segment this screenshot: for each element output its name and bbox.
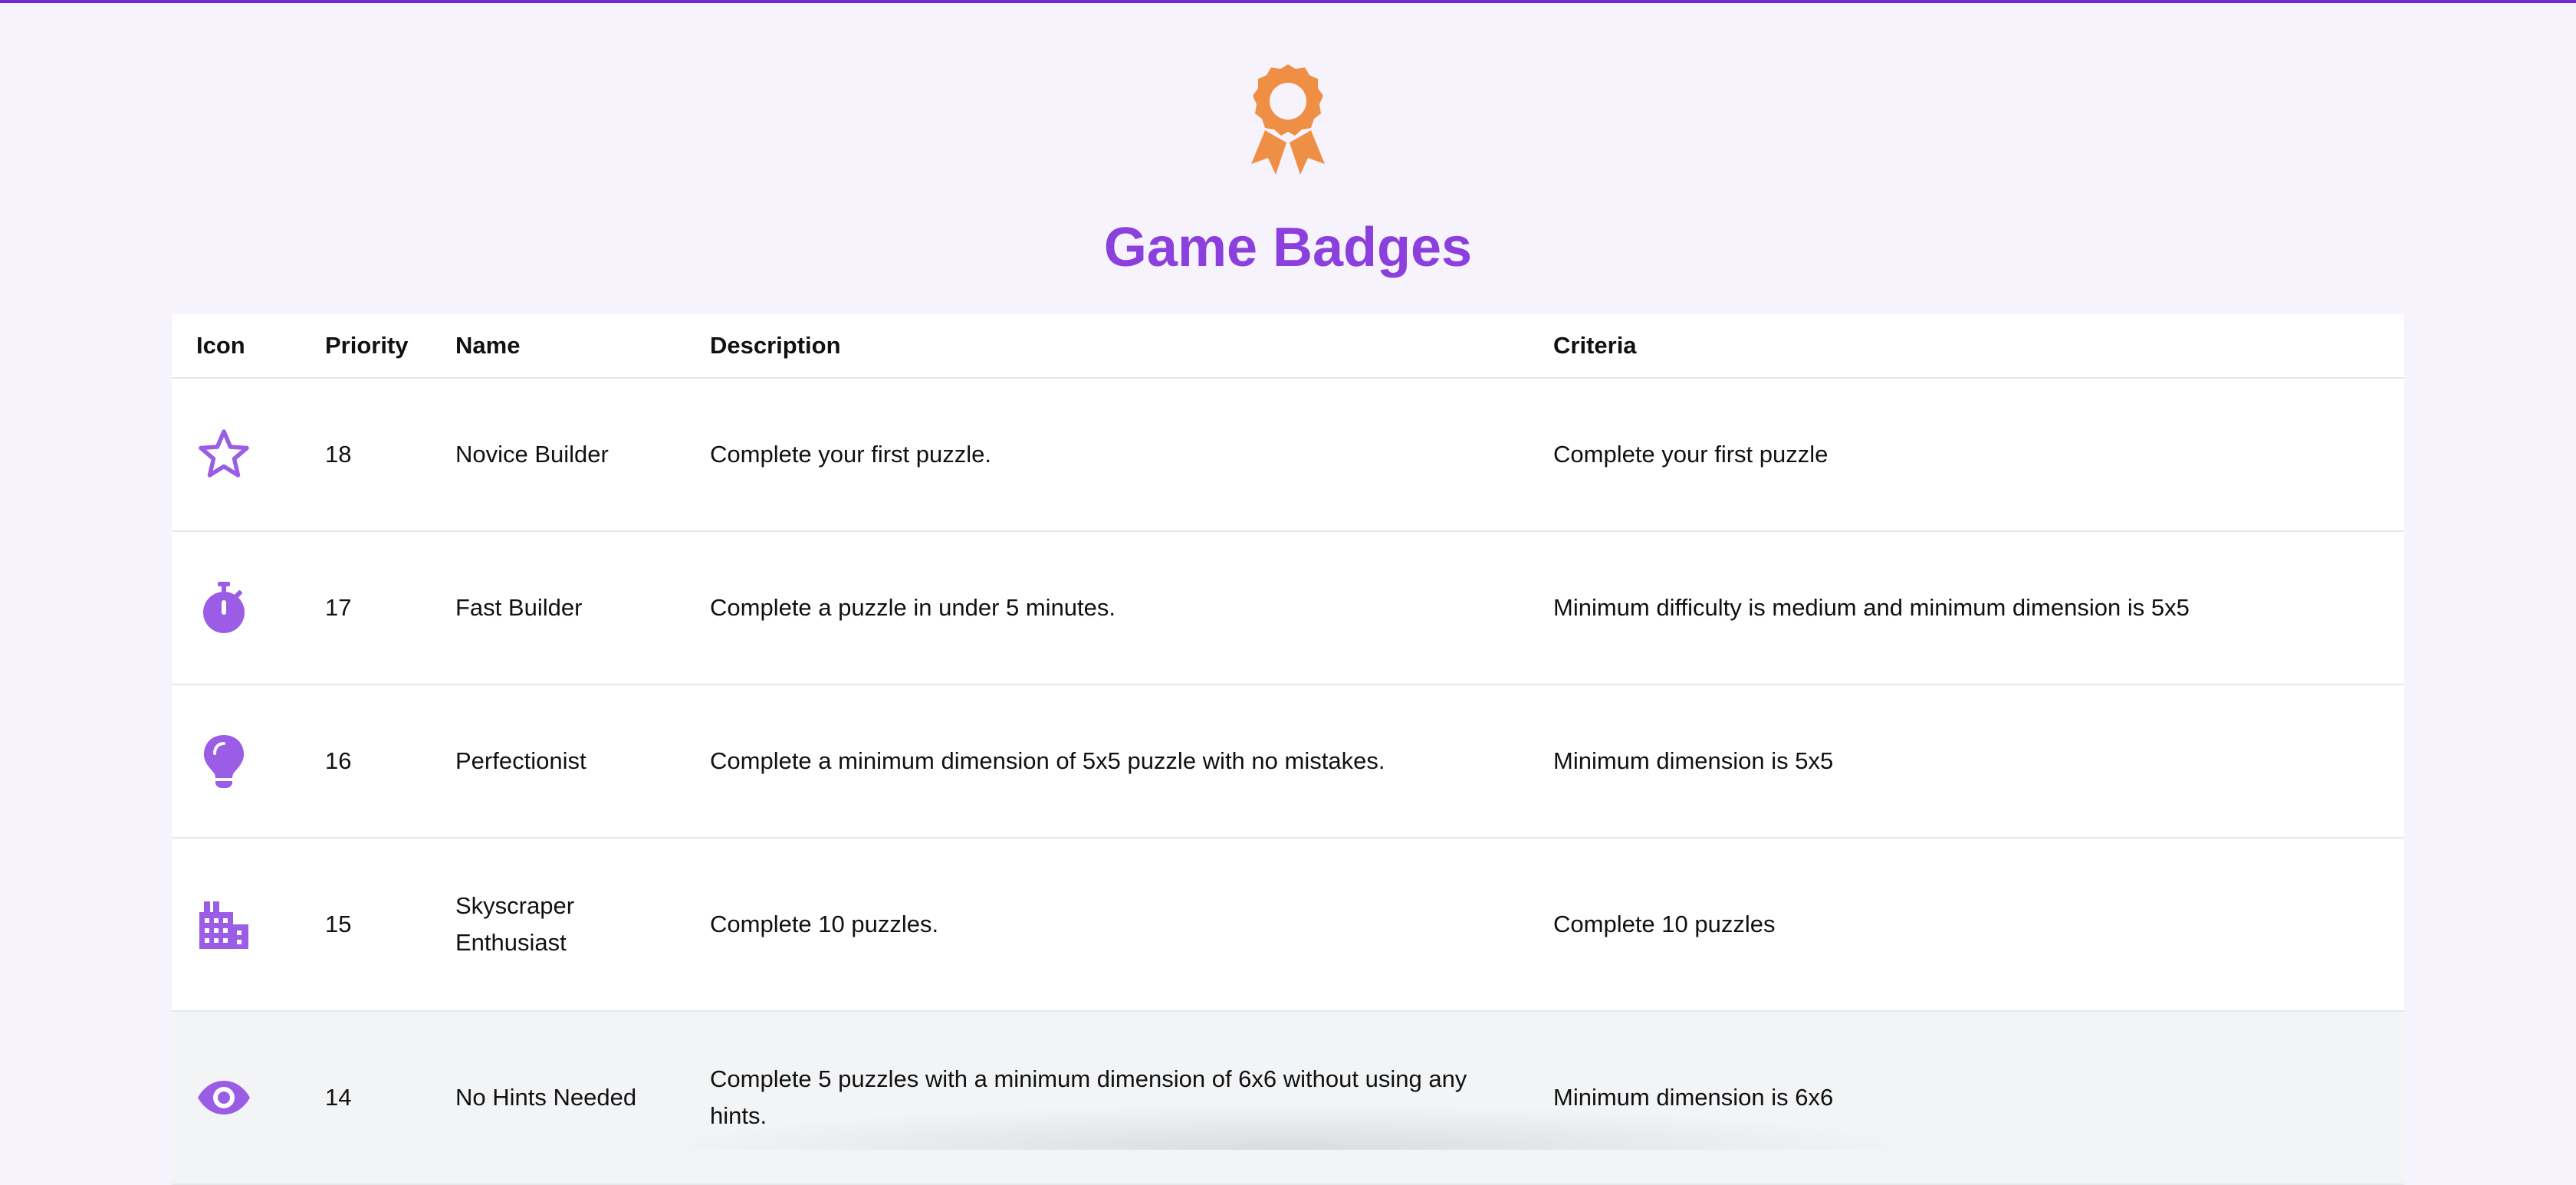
table-row[interactable]: 16 Perfectionist Complete a minimum dime… [172,684,2404,839]
table-row[interactable]: 17 Fast Builder Complete a puzzle in und… [172,531,2404,685]
badge-priority: 18 [301,378,431,532]
badge-criteria: Minimum dimension is 5x5 [1529,684,2404,839]
star-outline-icon [199,429,249,478]
badge-name: No Hints Needed [431,1011,685,1185]
building-icon [199,901,248,949]
badges-table: Icon Priority Name Description Criteria … [172,314,2404,1185]
award-ribbon-icon [1251,64,1325,175]
page-title: Game Badges [1103,217,1473,278]
badge-description: Complete your first puzzle. [685,378,1529,532]
badge-name: Skyscraper Enthusiast [431,838,685,1012]
badge-criteria: Complete your first puzzle [1529,378,2404,532]
badge-description: Complete a puzzle in under 5 minutes. [685,531,1529,685]
column-header-criteria: Criteria [1529,314,2404,379]
bottom-fade-shadow [644,1104,1932,1150]
badge-criteria: Complete 10 puzzles [1529,838,2404,1012]
column-header-icon: Icon [172,314,301,379]
top-accent-bar [0,0,2576,3]
table-header-row: Icon Priority Name Description Criteria [172,314,2404,379]
badge-description: Complete 5 puzzles with a minimum dimens… [685,1011,1529,1185]
lightbulb-icon [204,735,244,788]
badge-description: Complete 10 puzzles. [685,838,1529,1012]
badge-description: Complete a minimum dimension of 5x5 puzz… [685,684,1529,839]
table-row[interactable]: 14 No Hints Needed Complete 5 puzzles wi… [172,1011,2404,1185]
table-row[interactable]: 18 Novice Builder Complete your first pu… [172,378,2404,532]
column-header-priority: Priority [301,314,431,379]
column-header-description: Description [685,314,1529,379]
table-row[interactable]: 15 Skyscraper Enthusiast Complete 10 puz… [172,838,2404,1012]
badge-priority: 16 [301,684,431,839]
badge-priority: 15 [301,838,431,1012]
badge-criteria: Minimum difficulty is medium and minimum… [1529,531,2404,685]
badge-priority: 17 [301,531,431,685]
stopwatch-icon [203,582,245,633]
badge-name: Perfectionist [431,684,685,839]
column-header-name: Name [431,314,685,379]
badge-name: Fast Builder [431,531,685,685]
badge-priority: 14 [301,1011,431,1185]
badges-table-container: Icon Priority Name Description Criteria … [172,314,2404,1185]
badge-name: Novice Builder [431,378,685,532]
eye-icon [198,1081,250,1114]
badge-criteria: Minimum dimension is 6x6 [1529,1011,2404,1185]
